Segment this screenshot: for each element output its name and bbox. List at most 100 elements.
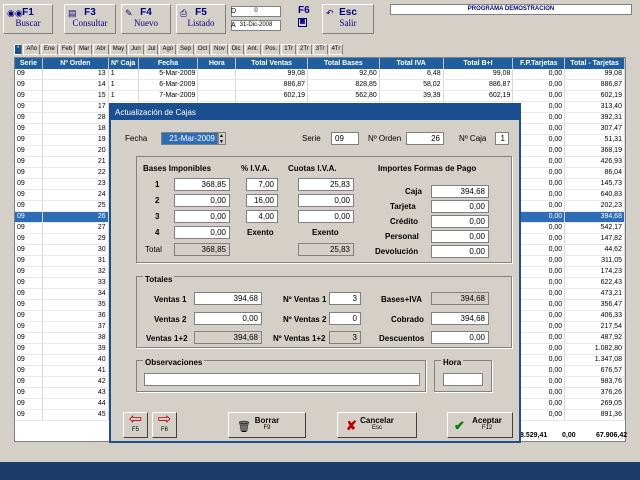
pago-label: Crédito: [390, 217, 418, 226]
ventas2-input[interactable]: 0,00: [194, 312, 262, 325]
consultar-button[interactable]: ▤ F3 Consultar: [64, 4, 116, 34]
tab-12[interactable]: Nov: [211, 44, 228, 55]
base-input[interactable]: 0,00: [174, 210, 230, 223]
table-cell: 0,00: [513, 300, 566, 310]
iva-input[interactable]: 4,00: [246, 210, 278, 223]
tab-16[interactable]: 1Tr: [281, 44, 296, 55]
tab-15[interactable]: Pos.: [262, 44, 281, 55]
table-cell: 09: [15, 223, 43, 233]
salir-button[interactable]: ↶ Esc Salir: [322, 4, 374, 34]
column-header[interactable]: Total Ventas: [236, 58, 309, 69]
orden-input[interactable]: 26: [406, 132, 444, 145]
tab-17[interactable]: 2Tr: [297, 44, 312, 55]
nventas1-input[interactable]: 3: [329, 292, 361, 305]
column-header[interactable]: Nº Caja: [109, 58, 139, 69]
serie-input[interactable]: 09: [331, 132, 359, 145]
column-header[interactable]: Nº Orden: [43, 58, 109, 69]
column-header[interactable]: Hora: [198, 58, 237, 69]
hora-input[interactable]: [443, 373, 483, 386]
tab-14[interactable]: Ant.: [244, 44, 262, 55]
base-input[interactable]: 0,00: [174, 226, 230, 239]
nuevo-button[interactable]: ✎ F4 Nuevo: [121, 4, 171, 34]
table-cell: 19: [43, 135, 109, 145]
pago-label: Devolución: [375, 247, 419, 256]
cuota-input[interactable]: 0,00: [298, 194, 354, 207]
tab-0[interactable]: *: [14, 44, 23, 55]
tab-6[interactable]: May: [109, 44, 128, 55]
table-cell: 24: [43, 190, 109, 200]
tab-4[interactable]: Mar: [76, 44, 93, 55]
tab-13[interactable]: Dic: [228, 44, 244, 55]
cancelar-button[interactable]: ✘ Cancelar Esc: [337, 412, 417, 438]
table-cell: 09: [15, 366, 43, 376]
ventas1-input[interactable]: 394,68: [194, 292, 262, 305]
table-cell: 44,62: [565, 245, 625, 255]
pago-input[interactable]: 0,00: [431, 215, 489, 228]
cuota-input[interactable]: 0,00: [298, 210, 354, 223]
caja-label: Nº Caja: [459, 134, 487, 143]
nventas1-label: Nº Ventas 1: [283, 295, 327, 304]
table-cell: 29: [43, 234, 109, 244]
column-header[interactable]: Total - Tarjetas: [565, 58, 625, 69]
caja-input[interactable]: 1: [495, 132, 509, 145]
cuota-input[interactable]: 25,83: [298, 178, 354, 191]
table-cell: 25: [43, 201, 109, 211]
tab-5[interactable]: Abr: [93, 44, 109, 55]
column-header[interactable]: Serie: [15, 58, 43, 69]
iva-input[interactable]: 16,00: [246, 194, 278, 207]
base-input[interactable]: 0,00: [174, 194, 230, 207]
borrar-button[interactable]: 🗑 Borrar F9: [228, 412, 306, 438]
table-cell: 0,00: [513, 267, 566, 277]
table-cell: 0,00: [513, 322, 566, 332]
tab-10[interactable]: Sep: [177, 44, 194, 55]
descuentos-input[interactable]: 0,00: [431, 331, 489, 344]
tab-8[interactable]: Jul: [144, 44, 159, 55]
table-row[interactable]: 09 15 1 7-Mar-2009 602,19 562,80 39,39 602,19 0,…: [15, 91, 625, 102]
table-cell: 09: [15, 102, 43, 112]
fecha-spinner[interactable]: ▲ ▼: [217, 132, 226, 145]
column-header[interactable]: Total Bases: [308, 58, 380, 69]
pago-input[interactable]: 394,68: [431, 185, 489, 198]
column-header[interactable]: Total B+I: [444, 58, 514, 69]
iva-input[interactable]: 7,00: [246, 178, 278, 191]
pago-input[interactable]: 0,00: [431, 245, 489, 258]
column-header[interactable]: Total IVA: [380, 58, 444, 69]
tab-9[interactable]: Ago: [159, 44, 177, 55]
document-search-icon: ▤: [68, 8, 77, 18]
f6-button[interactable]: F6 ▦: [298, 5, 310, 27]
table-cell: 269,05: [565, 399, 625, 409]
table-cell: 1.347,08: [565, 355, 625, 365]
table-cell: 640,83: [565, 190, 625, 200]
column-header[interactable]: F.P.Tarjetas: [513, 58, 566, 69]
table-row[interactable]: 09 14 1 6-Mar-2009 886,87 828,85 58,02 886,87 0,…: [15, 80, 625, 91]
nventas2-input[interactable]: 0: [329, 312, 361, 325]
prev-record-button[interactable]: ⇦ F5: [123, 412, 148, 438]
aceptar-button[interactable]: ✔ Aceptar F12: [447, 412, 513, 438]
pago-input[interactable]: 0,00: [431, 230, 489, 243]
table-row[interactable]: 09 13 1 5-Mar-2009 99,08 92,60 6,48 99,08 0,00 99…: [15, 69, 625, 80]
pago-input[interactable]: 0,00: [431, 200, 489, 213]
observaciones-input[interactable]: [144, 373, 420, 386]
tab-11[interactable]: Oct: [194, 44, 211, 55]
listado-button[interactable]: ⎙ F5 Listado: [176, 4, 226, 34]
fecha-label: Fecha: [125, 134, 148, 143]
tab-1[interactable]: Año: [23, 44, 41, 55]
table-cell: 45: [43, 410, 109, 420]
base-input[interactable]: 368,85: [174, 178, 230, 191]
table-cell: 487,92: [565, 333, 625, 343]
cobrado-input[interactable]: 394,68: [431, 312, 489, 325]
tab-18[interactable]: 3Tr: [312, 44, 328, 55]
tab-7[interactable]: Jun: [128, 44, 144, 55]
fecha-input[interactable]: 21-Mar-2009: [161, 132, 219, 145]
table-cell: 09: [15, 201, 43, 211]
next-record-button[interactable]: ⇨ F6: [152, 412, 177, 438]
total-fp: 0,00: [562, 432, 576, 439]
table-cell: 0,00: [513, 377, 566, 387]
tab-3[interactable]: Feb: [58, 44, 76, 55]
tab-19[interactable]: 4Tr: [328, 44, 344, 55]
buscar-button[interactable]: ◉◉ F1 Buscar: [3, 4, 53, 34]
tab-2[interactable]: Ene: [41, 44, 58, 55]
table-cell: 51,31: [565, 135, 625, 145]
column-header[interactable]: Fecha: [139, 58, 199, 69]
table-cell: 147,82: [565, 234, 625, 244]
